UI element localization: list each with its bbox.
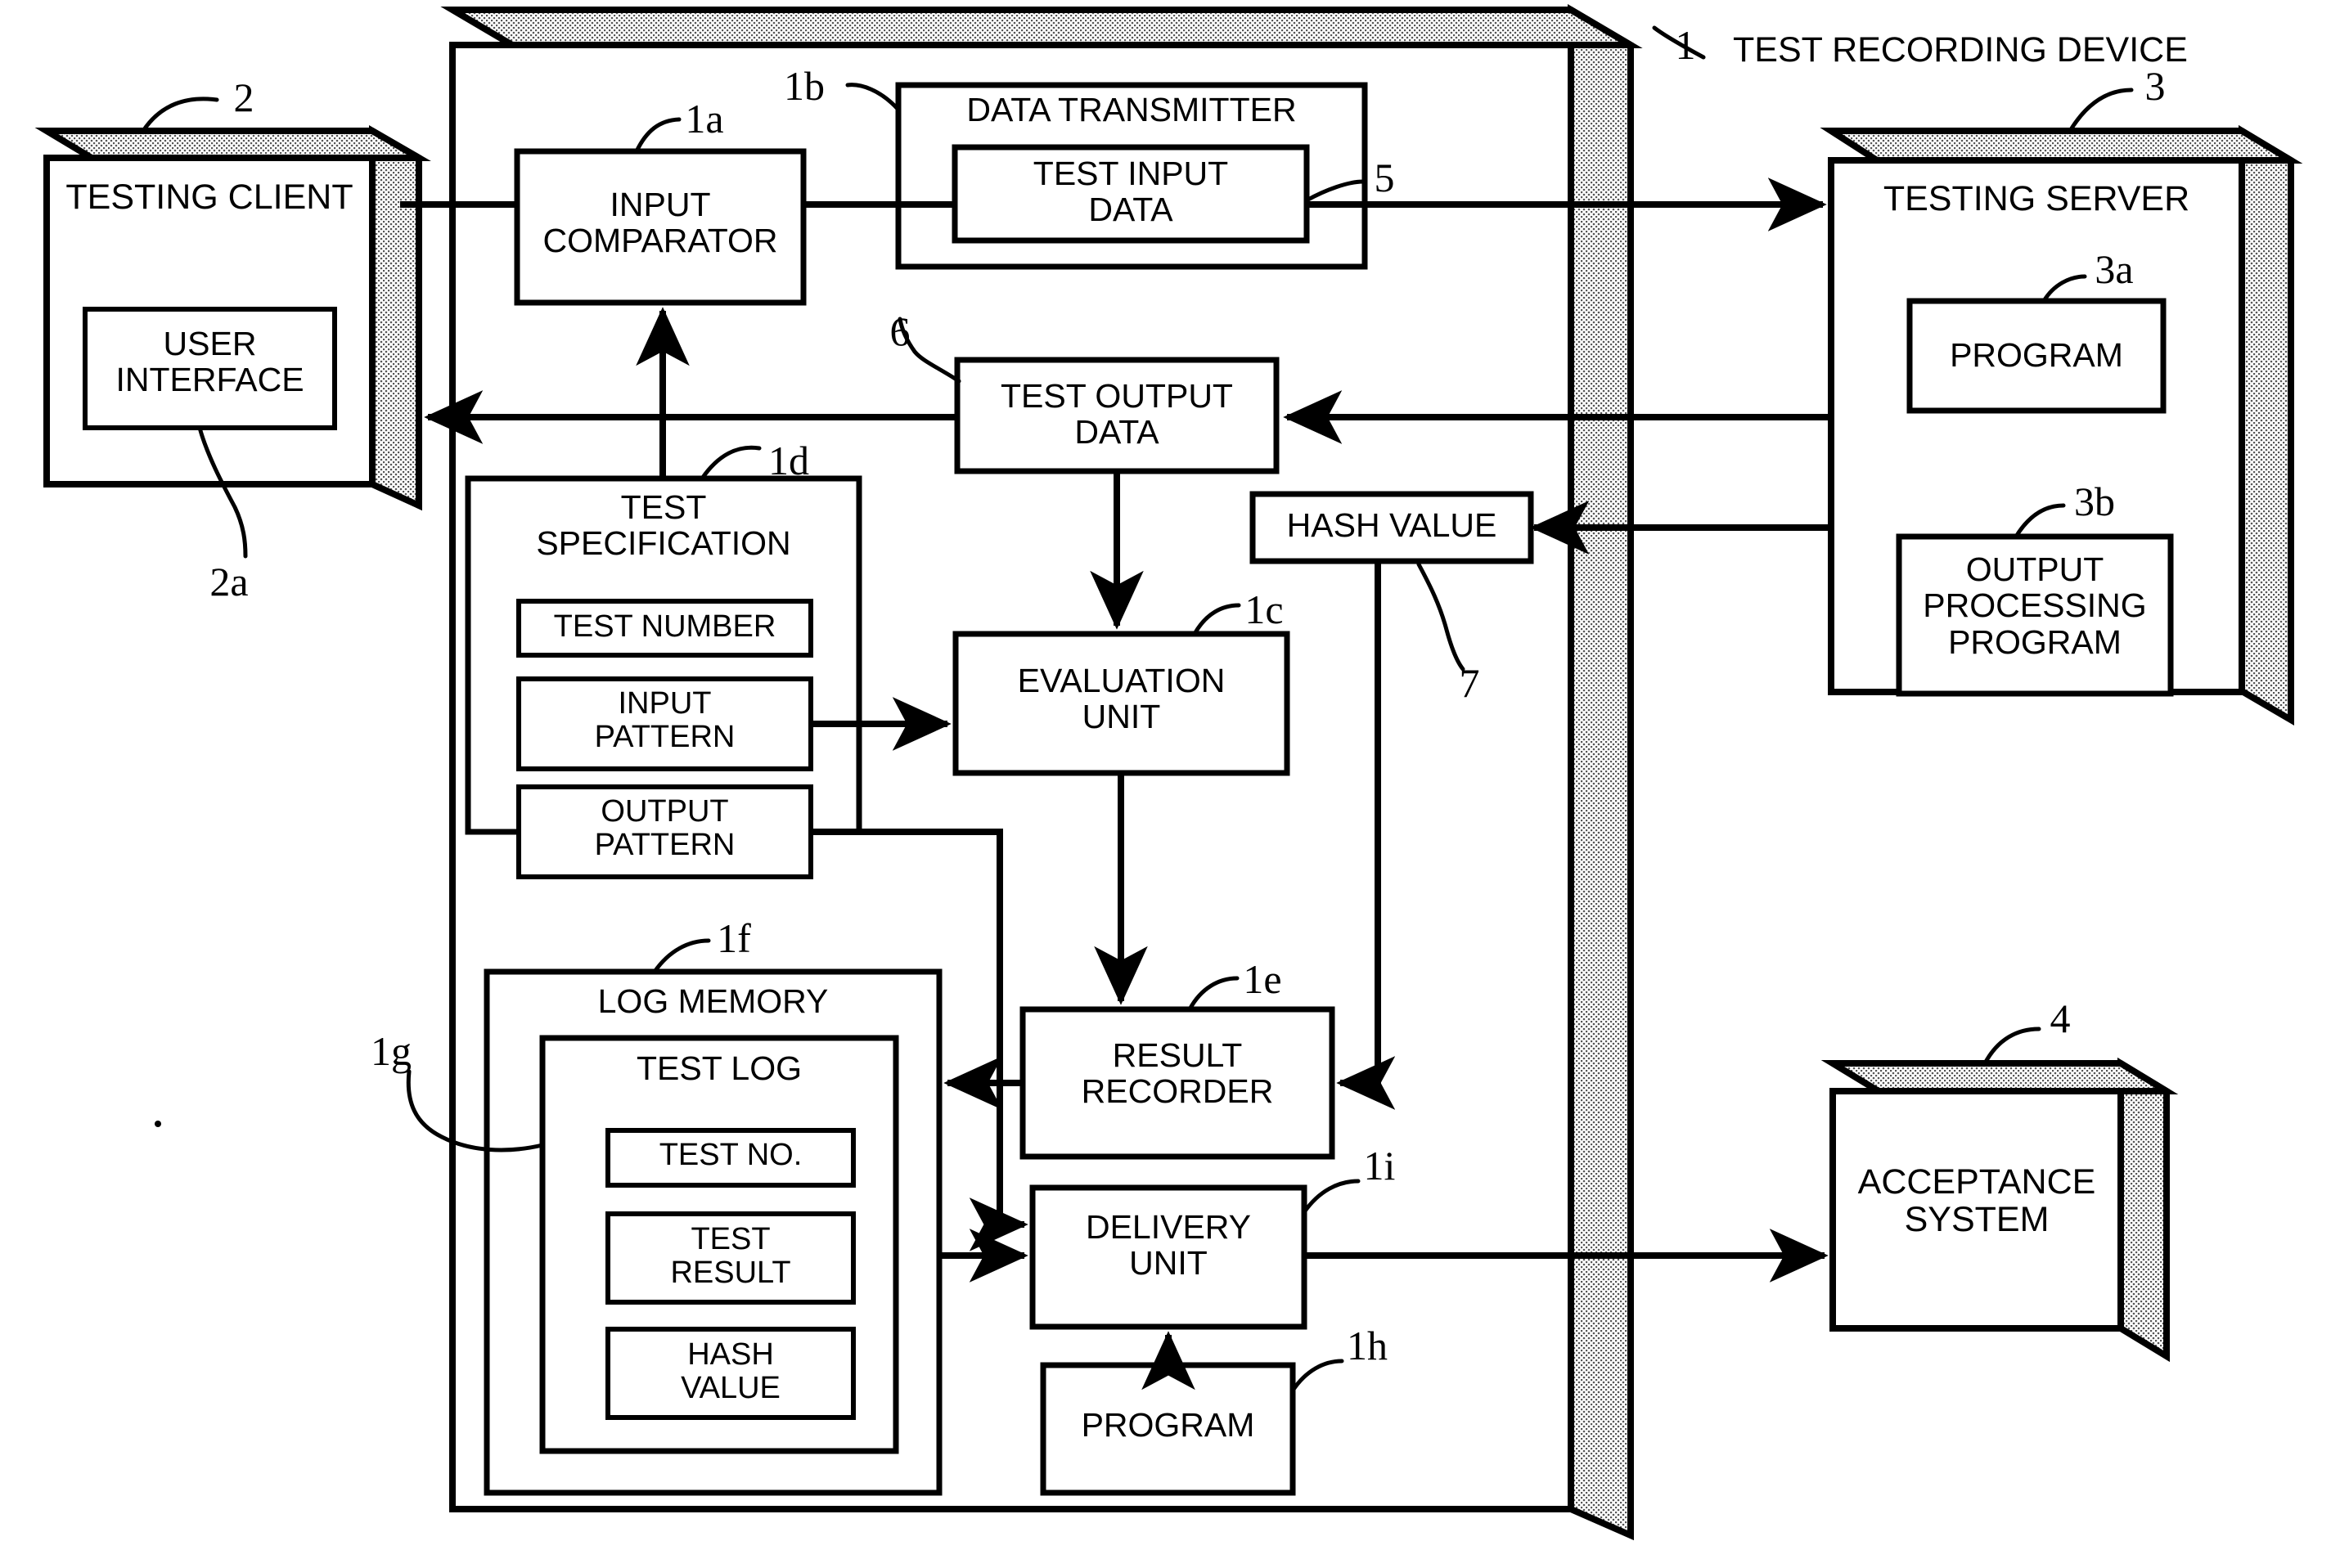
- ref-1b: 1b: [784, 63, 825, 109]
- ref-1c: 1c: [1244, 586, 1284, 632]
- ref-6: 6: [889, 308, 911, 354]
- ref-1i: 1i: [1363, 1143, 1396, 1188]
- test-input-data-label: TEST INPUT DATA: [1033, 155, 1229, 229]
- hash-value-bus-label: HASH VALUE: [1286, 506, 1497, 544]
- acceptance-system-label: ACCEPTANCE SYSTEM: [1857, 1162, 2096, 1240]
- ref-7: 7: [1459, 660, 1480, 706]
- program-server-label: PROGRAM: [1950, 336, 2123, 374]
- ref-3a: 3a: [2095, 246, 2134, 292]
- ref-1f: 1f: [717, 915, 751, 961]
- data-transmitter-label: DATA TRANSMITTER: [966, 91, 1297, 128]
- output-pattern-label: OUTPUT PATTERN: [594, 794, 736, 863]
- test-output-data-label: TEST OUTPUT DATA: [1001, 377, 1233, 452]
- lead-line-2: [141, 97, 219, 133]
- input-pattern-label: INPUT PATTERN: [594, 686, 736, 755]
- diagram-vector-layer: [34, 4, 2303, 1541]
- program-delivery-label: PROGRAM: [1081, 1406, 1255, 1444]
- ref-3: 3: [2144, 63, 2166, 109]
- testing-client-label: TESTING CLIENT: [65, 177, 353, 217]
- test-number-label: TEST NUMBER: [553, 609, 776, 644]
- ref-1e: 1e: [1243, 956, 1282, 1002]
- result-recorder-label: RESULT RECORDER: [1081, 1036, 1274, 1111]
- log-memory-label: LOG MEMORY: [597, 982, 829, 1020]
- lead-line-4: [1982, 1027, 2041, 1066]
- ref-1d: 1d: [768, 438, 809, 483]
- ref-5: 5: [1374, 155, 1395, 200]
- hash-value-log-label: HASH VALUE: [681, 1337, 781, 1406]
- ref-2a: 2a: [209, 559, 249, 604]
- ref-1a: 1a: [685, 96, 724, 142]
- output-processing-program-label: OUTPUT PROCESSING PROGRAM: [1923, 550, 2147, 661]
- ref-1h: 1h: [1347, 1323, 1388, 1368]
- page-title: TEST RECORDING DEVICE: [1733, 30, 2188, 70]
- test-result-label: TEST RESULT: [670, 1222, 791, 1291]
- delivery-unit-label: DELIVERY UNIT: [1085, 1208, 1252, 1283]
- ref-2: 2: [233, 74, 254, 120]
- testing-server-label: TESTING SERVER: [1883, 179, 2190, 218]
- test-log-label: TEST LOG: [636, 1049, 803, 1087]
- input-comparator-label: INPUT COMPARATOR: [542, 186, 778, 260]
- ref-3b: 3b: [2074, 478, 2115, 524]
- test-specification-label: TEST SPECIFICATION: [536, 488, 791, 563]
- ref-1g: 1g: [371, 1028, 412, 1074]
- stray-dot: [155, 1121, 161, 1127]
- ref-4: 4: [2050, 995, 2071, 1041]
- patent-figure-canvas: 1 TEST RECORDING DEVICE 2 TESTING CLIENT…: [0, 0, 2331, 1568]
- test-no-label: TEST NO.: [659, 1138, 803, 1172]
- lead-line-3: [2068, 88, 2134, 133]
- evaluation-unit-label: EVALUATION UNIT: [1017, 662, 1226, 736]
- ref-1: 1: [1675, 22, 1696, 68]
- user-interface-label: USER INTERFACE: [115, 325, 304, 399]
